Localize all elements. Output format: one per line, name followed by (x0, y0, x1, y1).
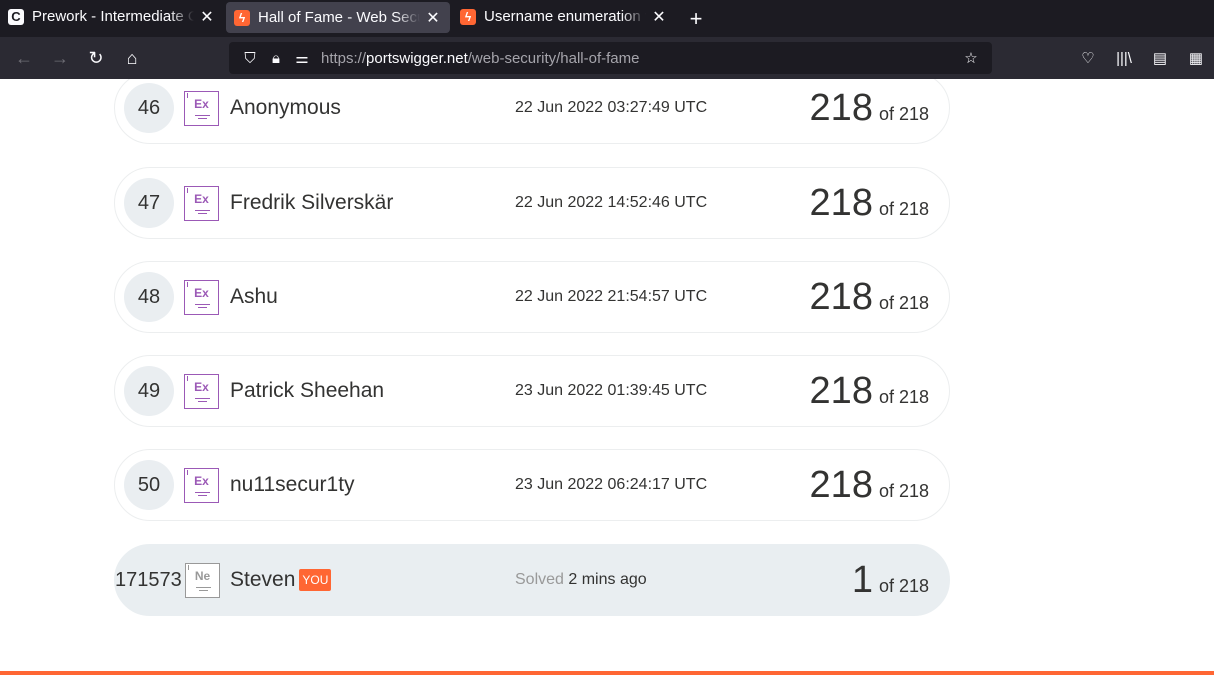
tab-title: Username enumeration v (484, 8, 646, 25)
expert-badge-icon: Ex (184, 467, 219, 503)
extensions-icon[interactable]: ▦ (1178, 42, 1214, 74)
solved-date: 23 Jun 2022 01:39:45 UTC (515, 382, 708, 399)
solved-date: 22 Jun 2022 03:27:49 UTC (515, 99, 708, 116)
user-name: Patrick Sheehan (230, 379, 385, 402)
you-badge: YOU (299, 569, 332, 591)
page-content: 46 Ex Anonymous 22 Jun 2022 03:27:49 UTC… (0, 79, 1214, 683)
solved-date: 22 Jun 2022 14:52:46 UTC (515, 194, 708, 211)
back-arrow-icon[interactable]: ← (6, 42, 42, 74)
tab-prework[interactable]: C Prework - Intermediate C ✕ (0, 0, 224, 33)
reload-icon[interactable]: ↻ (78, 42, 114, 74)
leaderboard-row: 46 Ex Anonymous 22 Jun 2022 03:27:49 UTC… (114, 79, 950, 144)
leaderboard-row: 49 Ex Patrick Sheehan 23 Jun 2022 01:39:… (114, 355, 950, 427)
leaderboard-row: 50 Ex nu11secur1ty 23 Jun 2022 06:24:17 … (114, 449, 950, 521)
new-tab-button[interactable]: + (680, 0, 712, 37)
novice-badge-icon: Ne (185, 562, 220, 598)
close-icon[interactable]: ✕ (424, 8, 442, 28)
url-text[interactable]: https://portswigger.net/web-security/hal… (321, 50, 958, 67)
c-favicon-icon: C (8, 8, 24, 25)
rank-number: 49 (124, 366, 174, 416)
rank-number: 50 (124, 460, 174, 510)
tab-title: Hall of Fame - Web Securi (258, 9, 420, 26)
navigation-bar: ← → ↻ ⌂ ⛉ 🔒︎ ⚌ https://portswigger.net/w… (0, 37, 1214, 79)
bookmark-star-icon[interactable]: ☆ (958, 49, 984, 67)
tab-bar: C Prework - Intermediate C ✕ ϟ Hall of F… (0, 0, 1214, 37)
solved-date: 22 Jun 2022 21:54:57 UTC (515, 288, 708, 305)
shield-icon[interactable]: ⛉ (237, 50, 263, 67)
lock-icon[interactable]: 🔒︎ (263, 50, 289, 67)
expert-badge-icon: Ex (184, 185, 219, 221)
home-icon[interactable]: ⌂ (114, 42, 150, 74)
score: 218 of 218 (809, 181, 929, 224)
tab-username-enumeration[interactable]: ϟ Username enumeration v ✕ (452, 0, 676, 33)
score: 1 of 218 (851, 558, 929, 601)
leaderboard-row: 48 Ex Ashu 22 Jun 2022 21:54:57 UTC 218 o… (114, 261, 950, 333)
permissions-icon[interactable]: ⚌ (289, 49, 315, 67)
rank-number: 48 (124, 272, 174, 322)
solved-date: 23 Jun 2022 06:24:17 UTC (515, 476, 708, 493)
solved-status: Solved 2 mins ago (515, 571, 647, 588)
score: 218 of 218 (809, 463, 929, 506)
portswigger-favicon-icon: ϟ (460, 8, 476, 25)
expert-badge-icon: Ex (184, 279, 219, 315)
sidebar-icon[interactable]: ▤ (1142, 42, 1178, 74)
score: 218 of 218 (809, 86, 929, 129)
url-bar[interactable]: ⛉ 🔒︎ ⚌ https://portswigger.net/web-secur… (229, 42, 992, 74)
close-icon[interactable]: ✕ (198, 7, 216, 27)
close-icon[interactable]: ✕ (650, 7, 668, 27)
user-name: nu11secur1ty (230, 473, 355, 496)
forward-arrow-icon[interactable]: → (42, 42, 78, 74)
user-name: Ashu (230, 285, 278, 308)
score: 218 of 218 (809, 275, 929, 318)
expert-badge-icon: Ex (184, 373, 219, 409)
toolbar-right: ♡ |||\ ▤ ▦ (1070, 37, 1214, 79)
rank-number: 171573 (115, 568, 182, 591)
portswigger-favicon-icon: ϟ (234, 9, 250, 26)
user-name: Fredrik Silverskär (230, 191, 394, 214)
user-name: Steven YOU (230, 568, 332, 592)
score: 218 of 218 (809, 369, 929, 412)
footer-accent-line (0, 671, 1214, 675)
rank-number: 46 (124, 83, 174, 133)
current-user-row: 171573 Ne Steven YOU Solved 2 mins ago 1o… (114, 544, 950, 616)
user-name: Anonymous (230, 96, 341, 119)
library-icon[interactable]: |||\ (1106, 42, 1142, 74)
expert-badge-icon: Ex (184, 90, 219, 126)
tab-title: Prework - Intermediate C (32, 8, 194, 25)
tab-hall-of-fame[interactable]: ϟ Hall of Fame - Web Securi ✕ (226, 2, 450, 33)
rank-number: 47 (124, 178, 174, 228)
pocket-icon[interactable]: ♡ (1070, 42, 1106, 74)
leaderboard-row: 47 Ex Fredrik Silverskär 22 Jun 2022 14:… (114, 167, 950, 239)
